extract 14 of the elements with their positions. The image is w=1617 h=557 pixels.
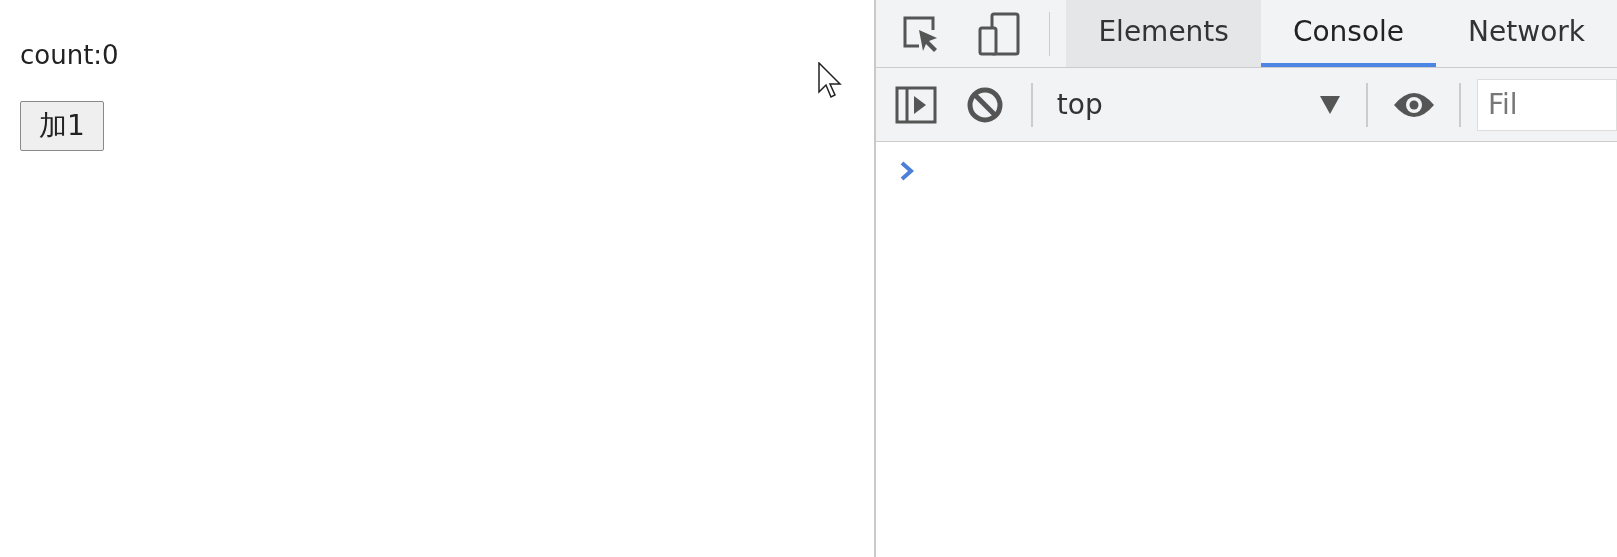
panel-tab[interactable]: Elements [1066,0,1261,67]
filter-field[interactable]: Fil [1477,78,1617,131]
device-icon[interactable] [978,11,1020,56]
panel-tab[interactable]: Network [1436,0,1617,67]
prompt-chevron-icon [900,160,914,181]
context-text: top [1056,86,1103,123]
count-text: count:0 [20,39,120,72]
sidebar-play-icon[interactable] [894,85,937,124]
clear-icon[interactable] [966,85,1005,124]
eye-icon[interactable] [1391,90,1436,119]
add-one-button[interactable]: 加1 [20,101,104,151]
mouse-pointer-icon [818,62,844,100]
context-select[interactable]: top [1048,83,1351,126]
dropdown-icon [1320,95,1341,114]
